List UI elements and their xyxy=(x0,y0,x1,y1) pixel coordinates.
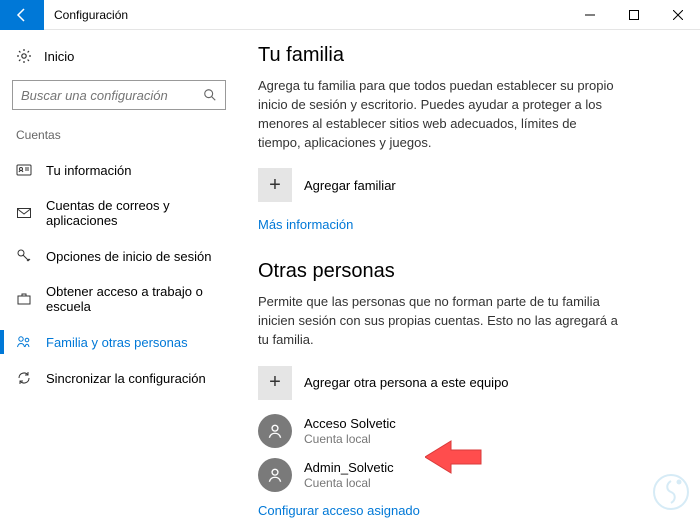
minimize-button[interactable] xyxy=(568,0,612,30)
briefcase-icon xyxy=(16,291,32,307)
mail-icon xyxy=(16,205,32,221)
account-type: Cuenta local xyxy=(304,432,396,446)
account-info: Admin_Solvetic Cuenta local xyxy=(304,460,394,490)
plus-icon: + xyxy=(258,168,292,202)
avatar xyxy=(258,414,292,448)
sidebar: Inicio Cuentas Tu información Cuentas de… xyxy=(0,30,238,519)
account-name: Acceso Solvetic xyxy=(304,416,396,432)
window-controls xyxy=(568,0,700,30)
person-icon xyxy=(266,466,284,484)
others-section: Otras personas Permite que las personas … xyxy=(258,260,672,519)
account-name: Admin_Solvetic xyxy=(304,460,394,476)
back-button[interactable] xyxy=(0,0,44,30)
family-heading: Tu familia xyxy=(258,44,672,67)
minimize-icon xyxy=(585,10,595,20)
add-family-button[interactable]: + Agregar familiar xyxy=(258,168,672,202)
add-family-label: Agregar familiar xyxy=(304,178,396,193)
sidebar-item-label: Familia y otras personas xyxy=(46,335,188,350)
sidebar-item-label: Sincronizar la configuración xyxy=(46,371,206,386)
sidebar-item-family-others[interactable]: Familia y otras personas xyxy=(0,324,238,360)
person-icon xyxy=(266,422,284,440)
account-info: Acceso Solvetic Cuenta local xyxy=(304,416,396,446)
close-button[interactable] xyxy=(656,0,700,30)
key-icon xyxy=(16,248,32,264)
maximize-icon xyxy=(629,10,639,20)
sidebar-item-label: Tu información xyxy=(46,163,132,178)
account-type: Cuenta local xyxy=(304,476,394,490)
configure-assigned-access-link[interactable]: Configurar acceso asignado xyxy=(258,503,420,518)
search-icon xyxy=(203,88,217,102)
search-input[interactable] xyxy=(21,88,203,103)
close-icon xyxy=(673,10,683,20)
sidebar-item-label: Opciones de inicio de sesión xyxy=(46,249,212,264)
people-icon xyxy=(16,334,32,350)
sidebar-item-sync[interactable]: Sincronizar la configuración xyxy=(0,360,238,396)
sidebar-item-work-school[interactable]: Obtener acceso a trabajo o escuela xyxy=(0,274,238,324)
sidebar-item-label: Obtener acceso a trabajo o escuela xyxy=(46,284,222,314)
maximize-button[interactable] xyxy=(612,0,656,30)
home-button[interactable]: Inicio xyxy=(0,40,238,72)
plus-icon: + xyxy=(258,366,292,400)
home-label: Inicio xyxy=(44,49,74,64)
family-description: Agrega tu familia para que todos puedan … xyxy=(258,77,618,152)
sidebar-section-header: Cuentas xyxy=(0,124,238,152)
add-other-label: Agregar otra persona a este equipo xyxy=(304,375,509,390)
sync-icon xyxy=(16,370,32,386)
sidebar-item-email-accounts[interactable]: Cuentas de correos y aplicaciones xyxy=(0,188,238,238)
others-heading: Otras personas xyxy=(258,260,672,283)
sidebar-item-your-info[interactable]: Tu información xyxy=(0,152,238,188)
avatar xyxy=(258,458,292,492)
gear-icon xyxy=(16,48,32,64)
arrow-left-icon xyxy=(14,7,30,23)
main-content: Tu familia Agrega tu familia para que to… xyxy=(238,30,700,519)
search-box[interactable] xyxy=(12,80,226,110)
account-row[interactable]: Acceso Solvetic Cuenta local xyxy=(258,414,672,448)
family-section: Tu familia Agrega tu familia para que to… xyxy=(258,44,672,252)
others-description: Permite que las personas que no forman p… xyxy=(258,293,618,350)
add-other-person-button[interactable]: + Agregar otra persona a este equipo xyxy=(258,366,672,400)
person-card-icon xyxy=(16,162,32,178)
sidebar-item-signin-options[interactable]: Opciones de inicio de sesión xyxy=(0,238,238,274)
window-title: Configuración xyxy=(44,8,128,22)
sidebar-item-label: Cuentas de correos y aplicaciones xyxy=(46,198,222,228)
titlebar: Configuración xyxy=(0,0,700,30)
account-row[interactable]: Admin_Solvetic Cuenta local xyxy=(258,458,672,492)
more-info-link[interactable]: Más información xyxy=(258,217,353,232)
